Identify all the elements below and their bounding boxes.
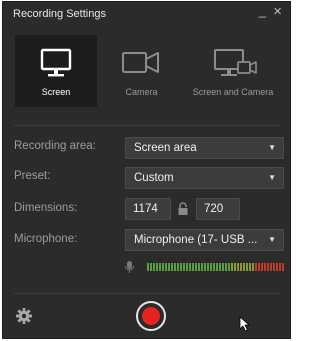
recording-mode-selector: Screen Camera Screen and Camera: [14, 35, 284, 107]
recording-area-value: Screen area: [134, 142, 197, 154]
divider: [14, 125, 279, 126]
record-button[interactable]: [136, 301, 166, 331]
chevron-down-icon: ▼: [268, 143, 276, 152]
monitor-camera-icon: [182, 47, 284, 83]
preset-select[interactable]: Custom ▼: [125, 167, 284, 189]
record-icon: [142, 307, 160, 325]
divider: [14, 293, 279, 294]
mouse-cursor-icon: [239, 316, 251, 332]
width-input[interactable]: 1174: [125, 198, 171, 220]
close-button[interactable]: ×: [273, 4, 282, 19]
chevron-down-icon: ▼: [268, 235, 276, 244]
gear-icon[interactable]: [15, 307, 33, 325]
microphone-label: Microphone:: [14, 233, 78, 245]
chevron-down-icon: ▼: [268, 173, 276, 182]
recording-area-label: Recording area:: [14, 140, 96, 152]
mode-screen-and-camera[interactable]: Screen and Camera: [182, 35, 284, 107]
title-bar: Recording Settings _ ×: [3, 2, 290, 26]
width-value: 1174: [133, 203, 158, 215]
recording-settings-window: Recording Settings _ × Screen Camera Scr…: [2, 1, 291, 339]
height-value: 720: [204, 203, 224, 215]
mode-screen[interactable]: Screen: [15, 35, 97, 107]
mode-screen-label: Screen: [41, 87, 71, 97]
audio-level-meter: [125, 260, 287, 274]
microphone-value: Microphone (17- USB ...: [134, 234, 258, 246]
aspect-lock-icon[interactable]: [177, 202, 189, 216]
meter-bars: [147, 263, 284, 271]
mode-screen-and-camera-label: Screen and Camera: [192, 87, 274, 97]
window-title: Recording Settings: [13, 8, 106, 20]
recording-area-select[interactable]: Screen area ▼: [125, 137, 284, 159]
minimize-button[interactable]: _: [259, 4, 266, 18]
microphone-select[interactable]: Microphone (17- USB ... ▼: [125, 229, 284, 251]
height-input[interactable]: 720: [196, 198, 240, 220]
dimensions-label: Dimensions:: [14, 202, 78, 214]
camera-icon: [104, 47, 179, 83]
microphone-icon: [125, 261, 134, 273]
mode-camera[interactable]: Camera: [104, 35, 179, 107]
mode-camera-label: Camera: [125, 87, 158, 97]
preset-value: Custom: [134, 172, 174, 184]
preset-label: Preset:: [14, 170, 51, 182]
monitor-icon: [15, 47, 97, 83]
